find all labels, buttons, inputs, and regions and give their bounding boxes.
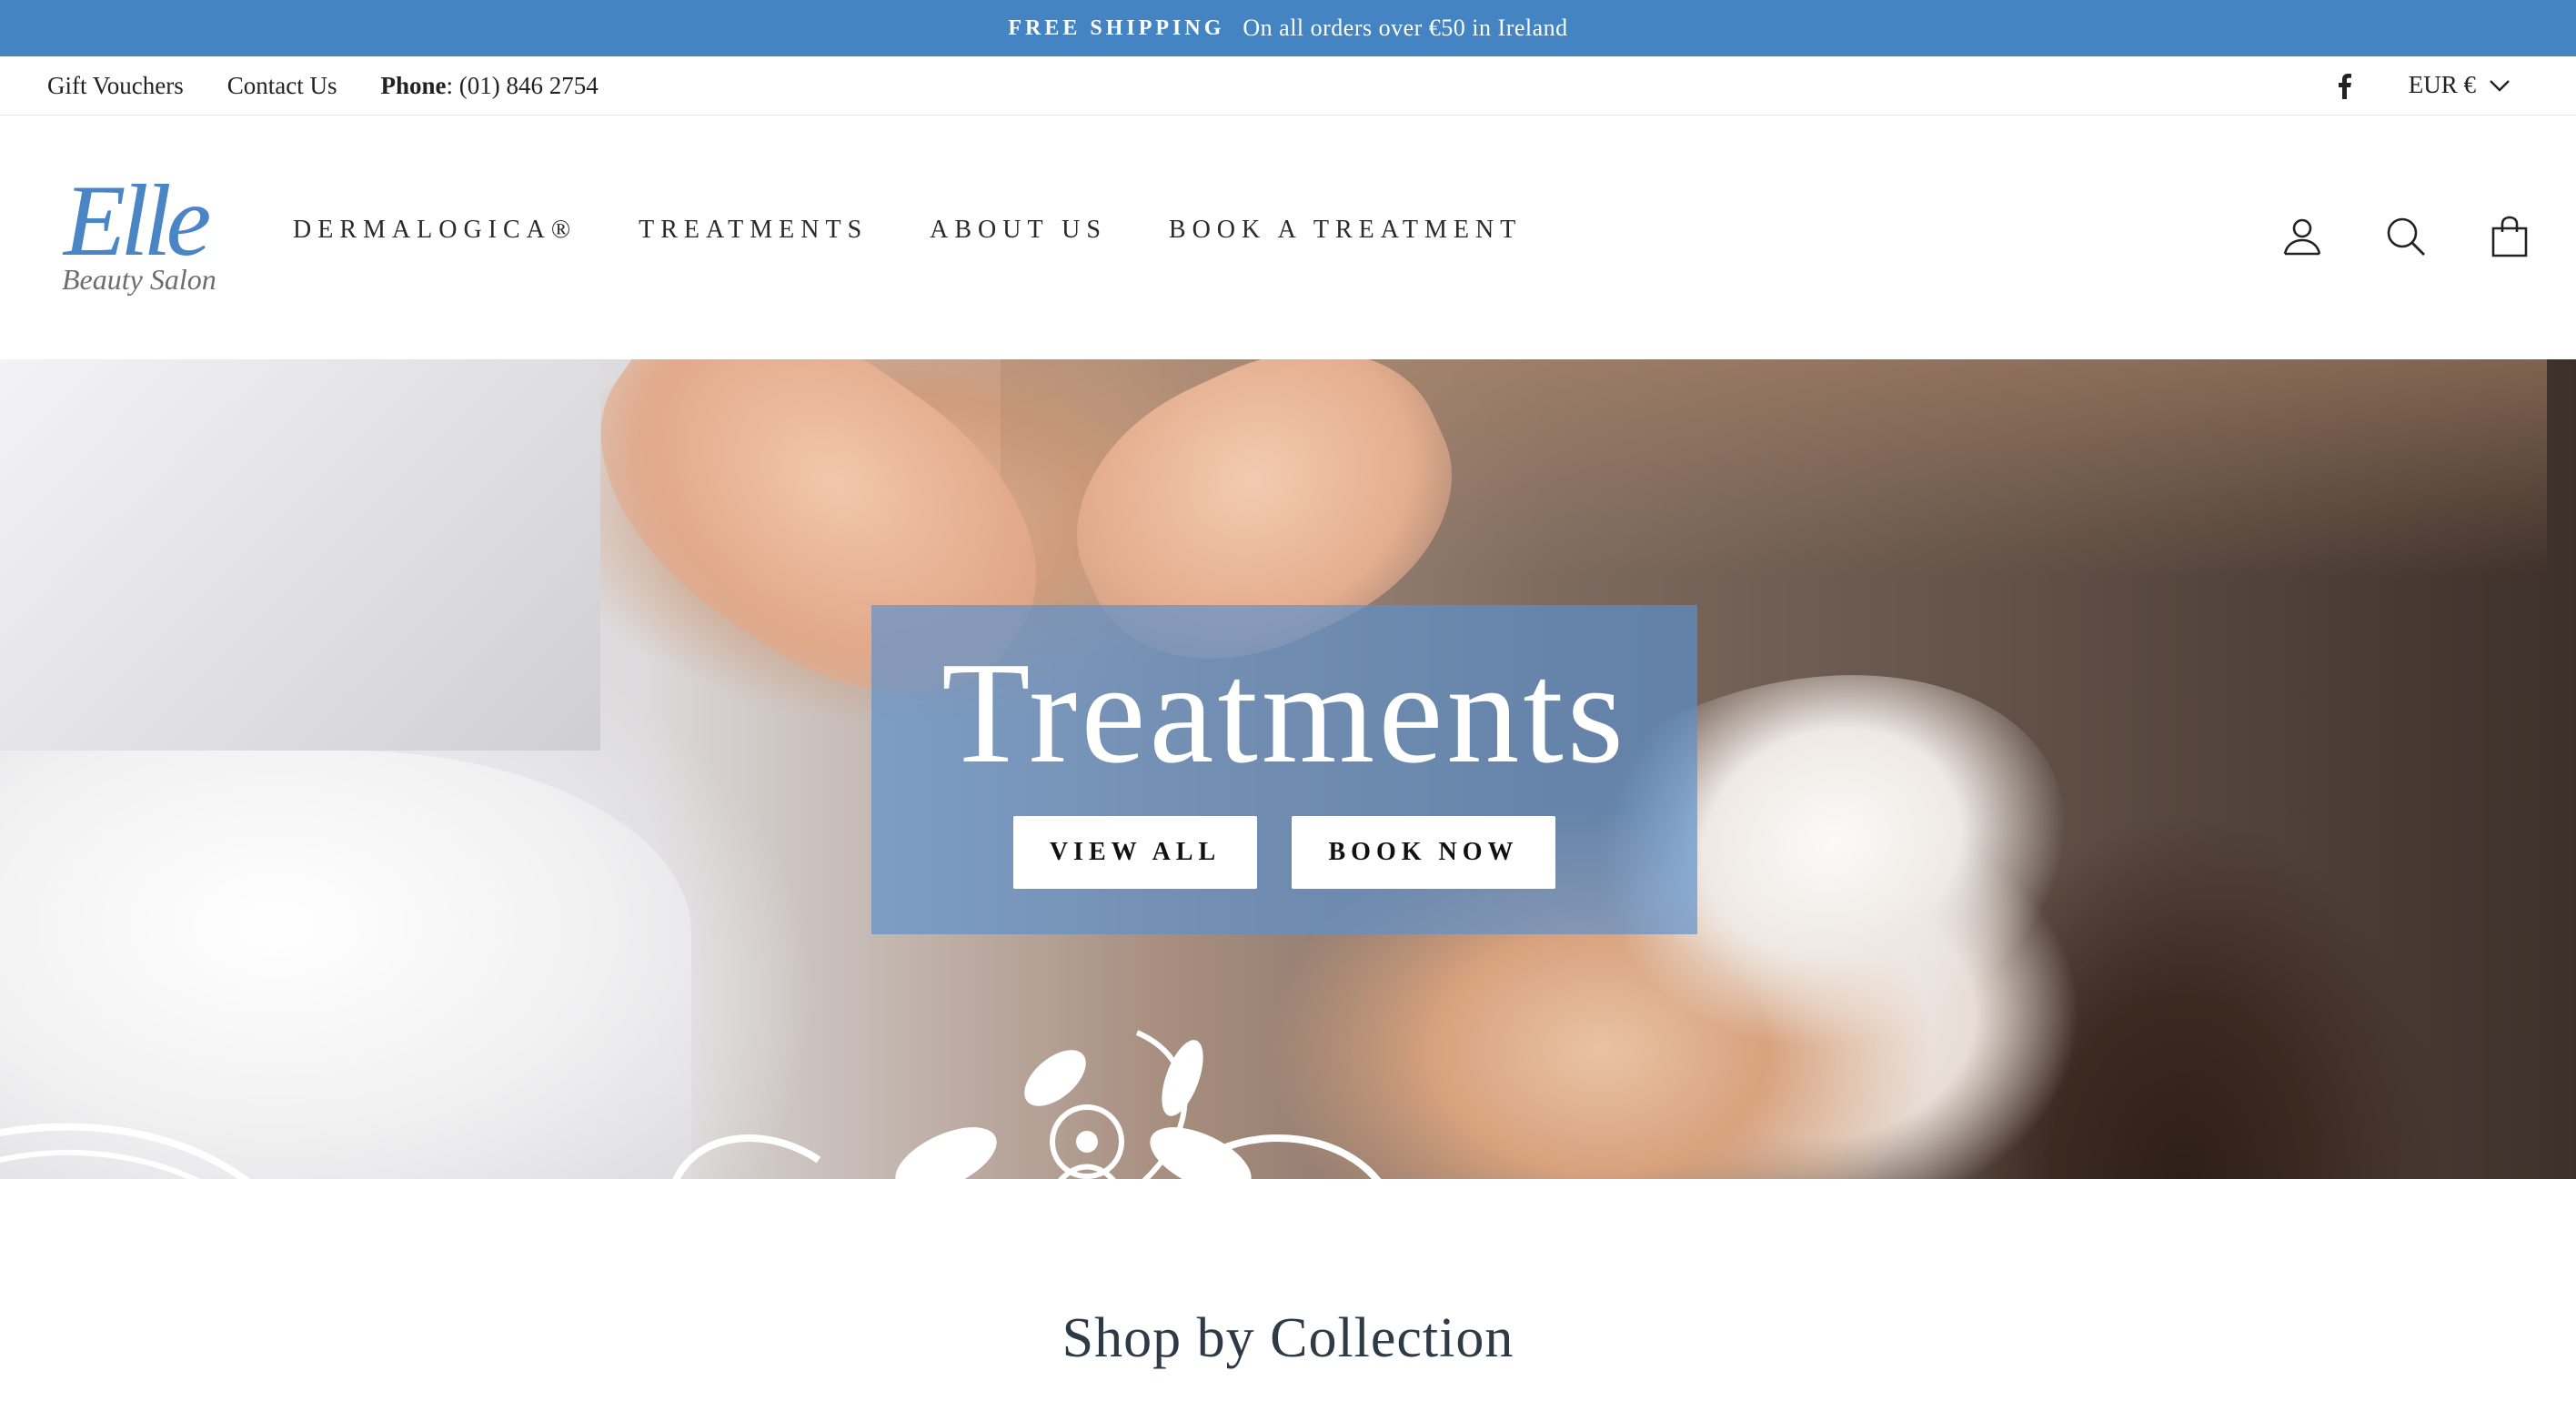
section-title: Shop by Collection: [1062, 1307, 1514, 1369]
phone-info: Phone: (01) 846 2754: [381, 72, 599, 100]
nav-item-about-us[interactable]: ABOUT US: [930, 216, 1107, 245]
announcement-text: On all orders over €50 in Ireland: [1243, 15, 1568, 41]
account-icon[interactable]: [2279, 214, 2325, 259]
nav-item-book-a-treatment[interactable]: BOOK A TREATMENT: [1169, 216, 1522, 245]
announcement-bar: FREE SHIPPING On all orders over €50 in …: [0, 0, 2576, 56]
site-header: Elle Beauty Salon DERMALOGICA® TREATMENT…: [0, 116, 2576, 359]
book-now-button[interactable]: BOOK NOW: [1292, 816, 1555, 889]
utility-links: Gift Vouchers Contact Us Phone: (01) 846…: [47, 72, 599, 100]
gift-vouchers-link[interactable]: Gift Vouchers: [47, 72, 184, 100]
chevron-down-icon: [2489, 71, 2511, 99]
utility-bar: Gift Vouchers Contact Us Phone: (01) 846…: [0, 56, 2576, 116]
header-icons: [2279, 214, 2532, 259]
hero-banner: Treatments VIEW ALL BOOK NOW: [0, 359, 2576, 1179]
logo-script: Elle: [64, 165, 211, 277]
main-nav: DERMALOGICA® TREATMENTS ABOUT US BOOK A …: [293, 216, 1584, 245]
announcement-strong: FREE SHIPPING: [1008, 15, 1225, 40]
phone-label: Phone: [380, 71, 447, 99]
nav-item-treatments[interactable]: TREATMENTS: [639, 216, 868, 245]
cart-icon[interactable]: [2487, 214, 2532, 259]
nav-item-dermalogica[interactable]: DERMALOGICA®: [293, 216, 577, 245]
phone-number: : (01) 846 2754: [446, 71, 599, 99]
currency-selector[interactable]: EUR €: [2409, 71, 2511, 99]
hero-title: Treatments: [941, 631, 1628, 793]
hero-robe-shape: [0, 359, 600, 751]
site-logo[interactable]: Elle Beauty Salon: [56, 170, 220, 307]
hero-overlay-box: Treatments VIEW ALL BOOK NOW: [871, 605, 1697, 934]
contact-us-link[interactable]: Contact Us: [227, 72, 337, 100]
utility-right: EUR €: [2336, 56, 2511, 114]
search-icon[interactable]: [2383, 214, 2429, 259]
facebook-icon[interactable]: [2336, 72, 2354, 99]
view-all-button[interactable]: VIEW ALL: [1013, 816, 1257, 889]
currency-label: EUR €: [2408, 71, 2476, 98]
floral-ornament: [0, 1030, 1382, 1179]
logo-subtitle: Beauty Salon: [62, 263, 216, 296]
hero-buttons: VIEW ALL BOOK NOW: [871, 816, 1697, 889]
